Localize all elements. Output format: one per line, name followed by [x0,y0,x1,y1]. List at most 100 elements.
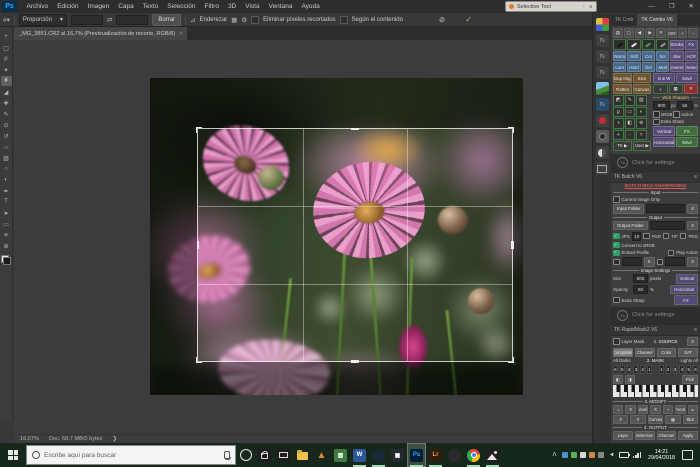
grid-icon[interactable]: ▦ [669,84,683,94]
tk-settings-bar[interactable]: Tk Click for settings [611,154,700,171]
menu-imagen[interactable]: Imagen [83,0,114,13]
darks-zone-4[interactable]: 4 [627,365,632,374]
horizontal-button[interactable]: Horizontal [653,137,675,147]
crop-handle-top[interactable] [351,128,359,131]
tab-tk-cmb[interactable]: TK Cmb [611,14,637,26]
tk-image-icon[interactable] [596,82,609,95]
source-clear-button[interactable]: X [687,337,698,347]
menu-ayuda[interactable]: Ayuda [297,0,324,13]
new-doc-icon[interactable]: ▢ [624,28,634,38]
output-folder-button[interactable]: Output Folder [613,221,648,231]
jpg-checkbox[interactable] [613,233,620,240]
suffix-clear-button[interactable]: X [687,257,698,267]
selective-tool-close[interactable]: x [589,4,594,10]
chrome-icon[interactable] [464,443,483,467]
rapidmask-tab-composite[interactable]: Composite [613,348,633,358]
tray-icon-4[interactable] [589,452,595,458]
zoom-out-icon[interactable]: − [688,28,698,38]
lasso-tool[interactable]: ρ [1,54,12,64]
modify-x-button[interactable]: = [613,405,623,414]
save-button[interactable]: Save [676,137,698,147]
rapidmask-tab-color[interactable]: Color [657,348,677,358]
folder-open-icon[interactable]: ▤ [613,28,623,38]
zoom-level[interactable]: 16,67% [20,436,39,442]
fx-button[interactable]: FX [674,295,698,305]
select-button[interactable]: ↓Select [685,62,698,72]
status-chevron-icon[interactable]: ❯ [112,436,117,442]
commit-crop-icon[interactable]: ✓ [465,15,472,24]
move-tool[interactable]: + [1,32,12,42]
output-apply-button[interactable]: Apply [678,431,698,440]
brush-icon[interactable]: ✎ [625,95,636,106]
restore-button[interactable]: ❐ [669,0,675,13]
input-folder-field[interactable] [646,204,685,213]
marquee-icon[interactable]: ▭ [625,107,636,118]
tray-icon-1[interactable] [562,452,568,458]
tk-picker-icon[interactable]: Tk [596,50,609,63]
lasso-icon[interactable]: ϱ [613,107,624,118]
document-tab[interactable]: _MG_3851.CR2 al 16,7% (Previsualización … [14,27,187,40]
lights-zone-2[interactable]: 2 [666,365,671,374]
delete-cropped-pixels-checkbox[interactable] [251,16,259,24]
content-aware-checkbox[interactable] [340,16,348,24]
selective-tool-minimize[interactable]: ▫ [582,4,586,10]
layers-icon[interactable] [596,162,609,175]
tray-icon-3[interactable] [580,452,586,458]
save-button[interactable]: Save [676,73,698,83]
delete-icon[interactable]: ✕ [684,84,698,94]
swap-icon[interactable]: ⇄ [107,16,112,24]
blend-hard-button[interactable]: Hard [627,62,640,72]
tray-icon-5[interactable] [598,452,604,458]
code-app-icon[interactable]: ▣ [388,443,407,467]
opacity-field[interactable]: 50 [633,285,648,294]
modify-x-button[interactable]: ▸ [688,405,698,414]
eraser-tool[interactable]: ▱ [1,142,12,152]
tray-icon-2[interactable] [571,452,577,458]
type-tool[interactable]: T [1,197,12,207]
vertical-button[interactable]: Vertical [653,126,675,136]
crop-handle-bottom-left[interactable] [196,357,202,363]
crop-tool[interactable]: # [1,76,12,86]
hidden-icons-chevron[interactable]: ᐱ [551,452,558,459]
mail-icon[interactable] [274,443,293,467]
green-brush-icon[interactable] [642,39,655,50]
web-sharpen-amount-field[interactable]: 50 [677,101,694,110]
close-x-icon[interactable]: ✕ [656,28,666,38]
prefix-clear-button[interactable]: X [644,257,655,267]
rapidmask-tab-sat[interactable]: SAT [678,348,698,358]
output-channel-button[interactable]: Channel [657,431,677,440]
inverse-button[interactable]: Inverse [670,62,683,72]
stamp-icon[interactable]: ⊛ [636,118,647,129]
blur-button[interactable]: Blur [670,51,683,61]
fx-button[interactable]: FX [676,126,698,136]
modify-levels-button[interactable]: Levels [638,405,648,414]
tk-color-grid-icon[interactable] [596,18,609,31]
prev-icon[interactable]: ◀ [635,28,645,38]
dup-img-button[interactable]: Dup Img [613,73,632,83]
current-image-only-checkbox[interactable] [613,196,620,203]
document-tab-close-icon[interactable]: × [179,31,182,37]
eyedropper-tool[interactable]: ◢ [1,87,12,97]
user-actions-button[interactable]: User ▶ [633,141,652,151]
tk-rapidmask-panel-header[interactable]: TK RapidMask2 V6 ≡ [611,324,700,336]
remote-app-icon[interactable]: ▥ [331,443,350,467]
suffix-field[interactable] [665,257,685,266]
modify-x-button[interactable]: X [625,405,635,414]
crop-handle-left[interactable] [197,241,200,249]
flatten-button[interactable]: Flatten [613,84,632,94]
plus-icon[interactable]: + [653,84,667,94]
tk-actions-button[interactable]: TK ▶ [613,141,632,151]
tk-panel-icon-1[interactable]: Tk [596,34,609,47]
output-folder-field[interactable] [650,221,685,230]
move-icon[interactable]: + [613,130,624,141]
play-action-checkbox[interactable] [668,250,675,257]
tk-settings-bar[interactable]: Tk Click for settings [611,307,700,324]
next-icon[interactable]: ▶ [645,28,655,38]
photos-icon[interactable] [483,443,502,467]
input-folder-clear-button[interactable]: X [687,204,698,214]
suffix-checkbox[interactable] [657,259,664,266]
minimize-button[interactable]: — [648,0,655,13]
menu-ventana[interactable]: Ventana [264,0,297,13]
lights-shortcut-button[interactable]: ◨ [625,375,635,384]
horizontal-button[interactable]: Horizontal [670,285,698,295]
